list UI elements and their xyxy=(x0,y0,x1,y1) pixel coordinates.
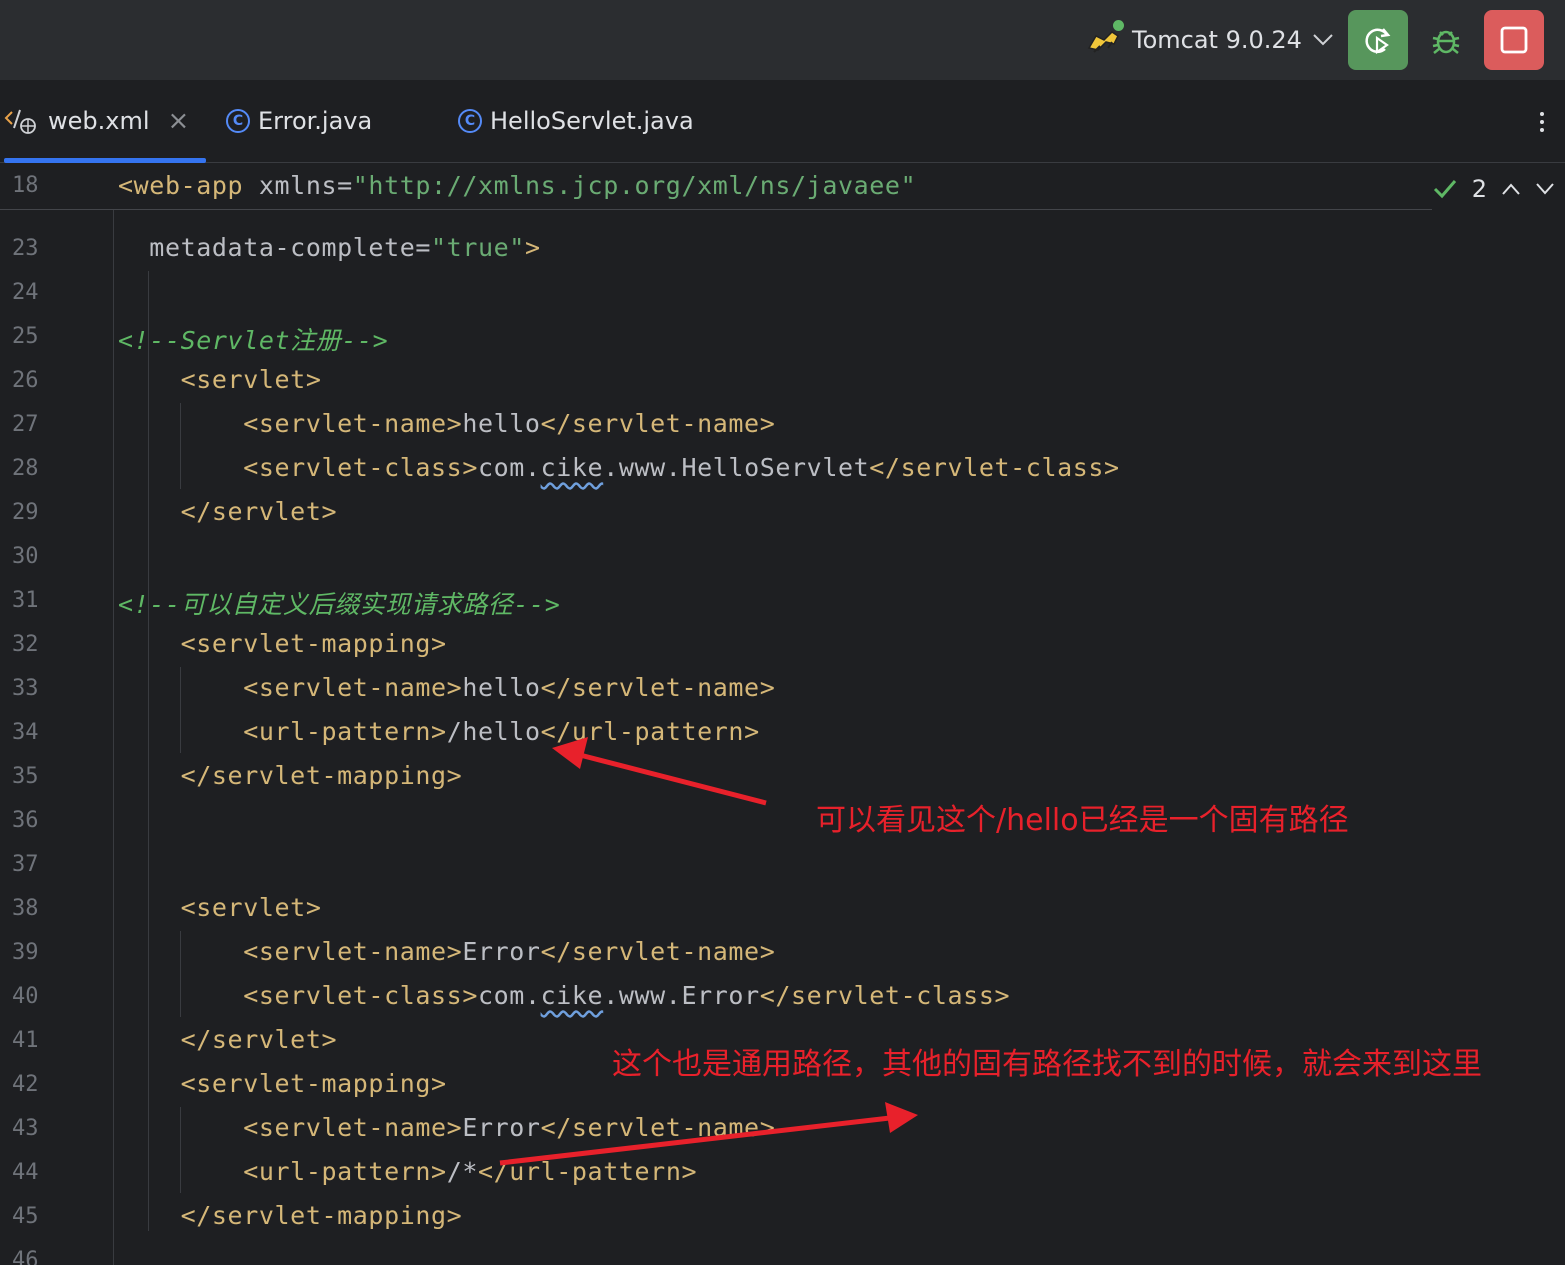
inspection-count: 2 xyxy=(1471,175,1487,203)
stop-button[interactable] xyxy=(1484,10,1544,70)
class-icon: C xyxy=(226,109,250,133)
line-number: 18 xyxy=(12,173,39,198)
chevron-down-icon[interactable] xyxy=(1535,182,1555,196)
more-options-icon[interactable] xyxy=(1540,108,1546,136)
rerun-icon xyxy=(1365,28,1391,55)
xml-attr: xmlns= xyxy=(243,171,353,200)
arrow-to-hello xyxy=(552,737,767,806)
check-icon xyxy=(1433,180,1456,199)
xml-web-icon xyxy=(4,109,36,134)
class-icon: C xyxy=(458,109,482,133)
bug-icon xyxy=(1432,30,1460,54)
annotation-note-wildcard: 这个也是通用路径，其他的固有路径找不到的时候，就会来到这里 xyxy=(612,1047,1482,1082)
stop-icon xyxy=(1500,26,1528,54)
tab-label: web.xml xyxy=(48,107,150,135)
chevron-up-icon[interactable] xyxy=(1501,182,1521,196)
run-config-label: Tomcat 9.0.24 xyxy=(1132,26,1302,54)
debug-button[interactable] xyxy=(1416,10,1476,70)
arrow-to-wildcard xyxy=(499,1102,918,1166)
xml-value: "http://xmlns.jcp.org/xml/ns/javaee" xyxy=(352,171,917,200)
tab-label: HelloServlet.java xyxy=(490,107,694,135)
code-line: <web-app xmlns="http://xmlns.jcp.org/xml… xyxy=(118,171,916,200)
chevron-down-icon xyxy=(1312,28,1334,53)
inspection-widget[interactable]: 2 xyxy=(1432,175,1555,203)
tab-helloservlet-java[interactable]: C HelloServlet.java xyxy=(458,80,694,162)
running-status-dot xyxy=(1113,20,1124,31)
editor-tabs: web.xml × C Error.java C HelloServlet.ja… xyxy=(0,80,1565,163)
xml-tag: <web-app xyxy=(118,171,244,200)
sticky-header-line: 18 <web-app xmlns="http://xmlns.jcp.org/… xyxy=(0,163,1432,210)
tab-label: Error.java xyxy=(258,107,373,135)
tab-error-java[interactable]: C Error.java xyxy=(226,80,372,162)
toolbar: Tomcat 9.0.24 xyxy=(0,0,1565,80)
close-icon[interactable]: × xyxy=(168,106,190,136)
annotation-note-hello: 可以看见这个/hello已经是一个固有路径 xyxy=(816,803,1349,838)
tomcat-icon xyxy=(1086,20,1124,58)
code-editor[interactable]: 18 <web-app xmlns="http://xmlns.jcp.org/… xyxy=(0,163,1565,1265)
run-config-selector[interactable]: Tomcat 9.0.24 xyxy=(1086,18,1334,62)
rerun-button[interactable] xyxy=(1348,10,1408,70)
tab-web-xml[interactable]: web.xml × xyxy=(4,80,207,163)
annotation-arrows xyxy=(499,737,918,1166)
